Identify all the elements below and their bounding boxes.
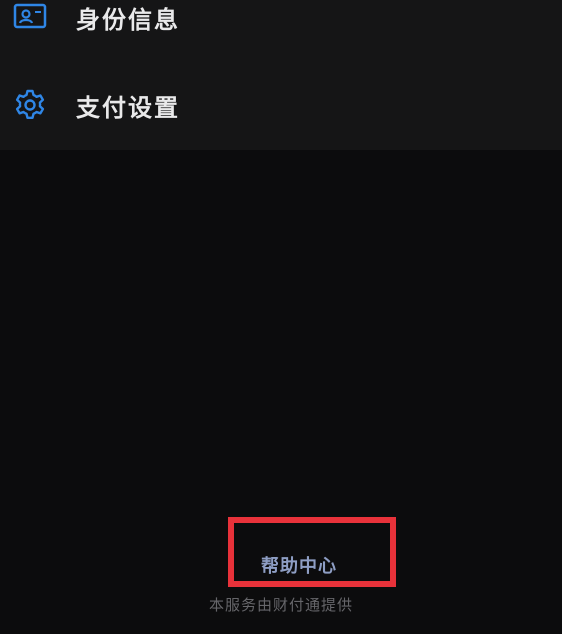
menu-item-label: 支付设置	[76, 93, 180, 122]
payment-settings-screen: 身份信息 支付设置 帮助中心 本服务由财付通提供	[0, 0, 562, 634]
menu-item-payment-settings[interactable]: 支付设置	[0, 68, 562, 142]
gear-icon	[15, 89, 45, 119]
help-center-link[interactable]: 帮助中心	[244, 552, 354, 578]
settings-menu: 身份信息 支付设置	[0, 0, 562, 150]
id-card-icon	[13, 3, 47, 29]
provider-note: 本服务由财付通提供	[208, 596, 353, 614]
menu-item-identity-info[interactable]: 身份信息	[0, 0, 562, 54]
footer: 帮助中心 本服务由财付通提供	[0, 510, 562, 634]
menu-item-label: 身份信息	[76, 5, 180, 34]
